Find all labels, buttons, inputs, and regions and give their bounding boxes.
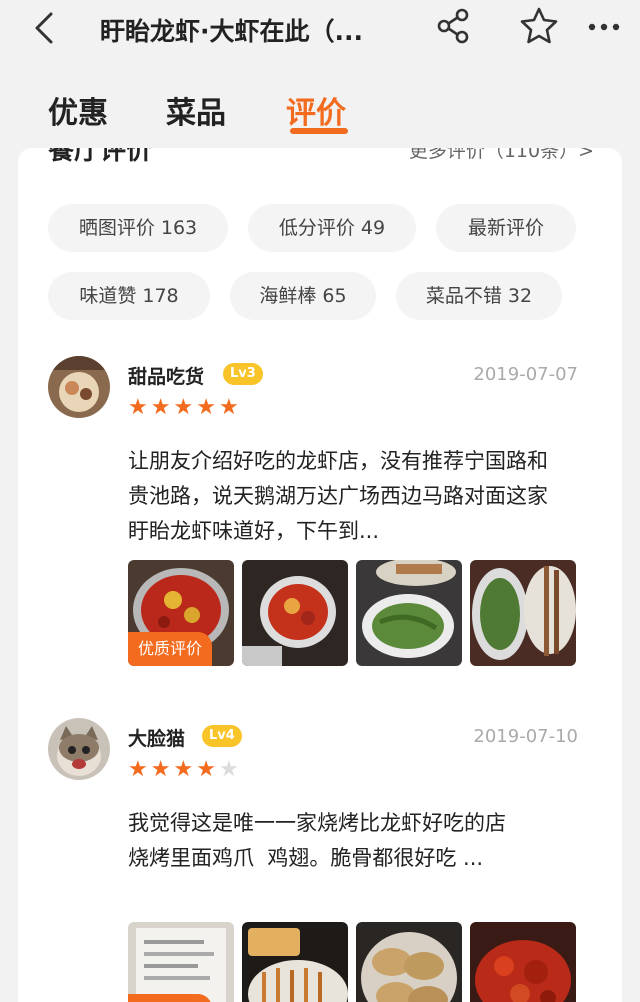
- star-outline-icon[interactable]: [519, 6, 559, 46]
- more-dots-icon[interactable]: [586, 12, 622, 42]
- review-text[interactable]: 我觉得这是唯一一家烧烤比龙虾好吃的店 烧烤里面鸡爪 鸡翅。脆骨都很好吃 ...: [128, 806, 568, 876]
- review-photo[interactable]: [242, 922, 348, 1002]
- username[interactable]: 甜品吃货: [128, 362, 204, 389]
- top-bar: 盱眙龙虾·大虾在此（...: [0, 0, 640, 62]
- star-icon: ★: [196, 757, 216, 782]
- star-icon: ★: [173, 395, 194, 420]
- tab-bar: 优惠 菜品 评价: [0, 80, 640, 140]
- review-photo[interactable]: [470, 560, 576, 666]
- avatar[interactable]: [48, 718, 110, 780]
- star-icon: ★: [196, 395, 216, 420]
- tab-discounts[interactable]: 优惠: [48, 88, 108, 132]
- star-icon: ★: [128, 757, 148, 782]
- star-icon: ★: [218, 395, 239, 420]
- active-tab-indicator: [290, 128, 348, 134]
- star-empty-icon: ★: [218, 757, 239, 782]
- quality-badge: 优质评价: [128, 632, 213, 666]
- review-text[interactable]: 让朋友介绍好吃的龙虾店，没有推荐宁国路和贵池路，说天鹅湖万达广场西边马路对面这家…: [128, 444, 568, 549]
- filter-chip-low[interactable]: 低分评价 49: [248, 204, 416, 252]
- review-photo[interactable]: [356, 922, 462, 1002]
- filter-chip-seafood[interactable]: 海鲜棒 65: [230, 272, 376, 320]
- reviews-card: 餐厅评价 更多评价（110条）> 晒图评价 163 低分评价 49 最新评价 味…: [18, 148, 622, 1002]
- star-icon: ★: [150, 757, 171, 782]
- tab-dishes[interactable]: 菜品: [166, 88, 226, 132]
- section-title: 餐厅评价: [48, 148, 153, 166]
- page-title: 盱眙龙虾·大虾在此（...: [100, 17, 363, 46]
- review-photo[interactable]: [242, 560, 348, 666]
- quality-badge: 优质评价: [128, 994, 213, 1002]
- filter-chip-latest[interactable]: 最新评价: [436, 204, 576, 252]
- star-icon: ★: [150, 395, 171, 420]
- review-photo[interactable]: [356, 560, 462, 666]
- share-icon[interactable]: [433, 6, 473, 46]
- tab-reviews[interactable]: 评价: [286, 88, 346, 132]
- review-photo[interactable]: [128, 922, 234, 1002]
- filter-chip-dishes[interactable]: 菜品不错 32: [396, 272, 562, 320]
- star-rating: ★ ★ ★ ★ ★: [128, 758, 239, 782]
- level-badge: Lv4: [202, 725, 242, 747]
- star-rating: ★ ★ ★ ★ ★: [128, 396, 239, 420]
- filter-chip-photo[interactable]: 晒图评价 163: [48, 204, 228, 252]
- review-date: 2019-07-07: [473, 364, 578, 385]
- username[interactable]: 大脸猫: [128, 724, 185, 751]
- more-reviews-link[interactable]: 更多评价（110条）>: [409, 148, 594, 163]
- review-photo[interactable]: [470, 922, 576, 1002]
- level-badge: Lv3: [223, 363, 263, 385]
- avatar[interactable]: [48, 356, 110, 418]
- star-icon: ★: [173, 757, 194, 782]
- filter-chip-taste[interactable]: 味道赞 178: [48, 272, 210, 320]
- review-date: 2019-07-10: [473, 726, 578, 747]
- star-icon: ★: [128, 395, 148, 420]
- chevron-left-icon[interactable]: [28, 10, 64, 46]
